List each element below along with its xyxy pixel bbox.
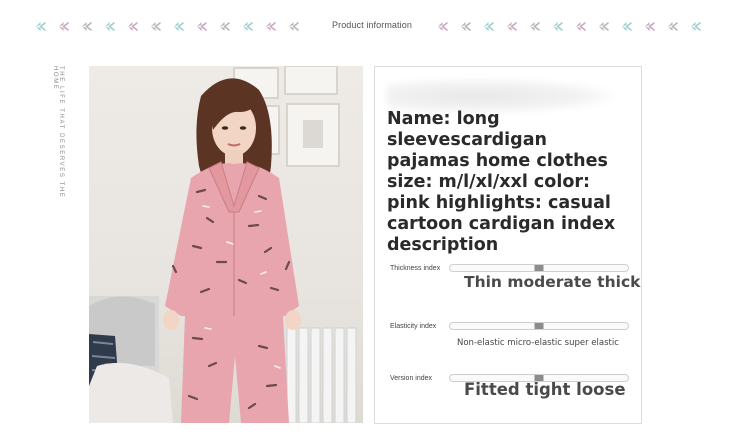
leaf-sprig-icon	[438, 21, 448, 31]
leaf-sprig-icon	[266, 21, 276, 31]
elasticity-index-slider	[449, 322, 629, 330]
leaf-sprig-icon	[197, 21, 207, 31]
product-photo-illustration	[89, 66, 357, 423]
elasticity-scale-text: Non-elastic micro-elastic super elastic	[457, 338, 619, 348]
leaf-sprig-icon	[243, 21, 253, 31]
thickness-scale-text: Thin moderate thick	[464, 273, 641, 291]
leaf-sprig-icon	[128, 21, 138, 31]
leaf-sprig-icon	[59, 21, 69, 31]
leaf-sprig-icon	[576, 21, 586, 31]
product-info-panel: Name: long sleevescardigan pajamas home …	[374, 66, 642, 424]
product-description: Name: long sleevescardigan pajamas home …	[387, 109, 616, 255]
version-index-label: Version index	[390, 375, 433, 382]
leaf-sprig-icon	[553, 21, 563, 31]
header-decoration-right	[436, 14, 702, 38]
leaf-sprig-icon	[484, 21, 494, 31]
header-decoration-left	[34, 14, 300, 38]
leaf-sprig-icon	[691, 21, 701, 31]
thickness-index-slider	[449, 264, 629, 272]
side-vertical-text: THE LIFE THAT DESERVES THE HOME	[52, 66, 64, 199]
leaf-sprig-icon	[461, 21, 471, 31]
version-scale-text: Fitted tight loose	[464, 380, 626, 399]
leaf-sprig-icon	[174, 21, 184, 31]
elasticity-index-marker	[534, 323, 544, 329]
leaf-sprig-icon	[507, 21, 517, 31]
leaf-sprig-icon	[530, 21, 540, 31]
leaf-sprig-icon	[622, 21, 632, 31]
leaf-sprig-icon	[599, 21, 609, 31]
leaf-sprig-icon	[645, 21, 655, 31]
blurred-band	[387, 79, 613, 113]
leaf-sprig-icon	[668, 21, 678, 31]
leaf-sprig-icon	[220, 21, 230, 31]
section-title: Product information	[332, 20, 412, 30]
thickness-index-marker	[534, 265, 544, 271]
product-photo	[89, 66, 363, 423]
leaf-sprig-icon	[36, 21, 46, 31]
leaf-sprig-icon	[151, 21, 161, 31]
elasticity-index-label: Elasticity index	[390, 323, 437, 330]
thickness-index-label: Thickness index	[390, 265, 441, 272]
leaf-sprig-icon	[105, 21, 115, 31]
leaf-sprig-icon	[289, 21, 299, 31]
leaf-sprig-icon	[82, 21, 92, 31]
